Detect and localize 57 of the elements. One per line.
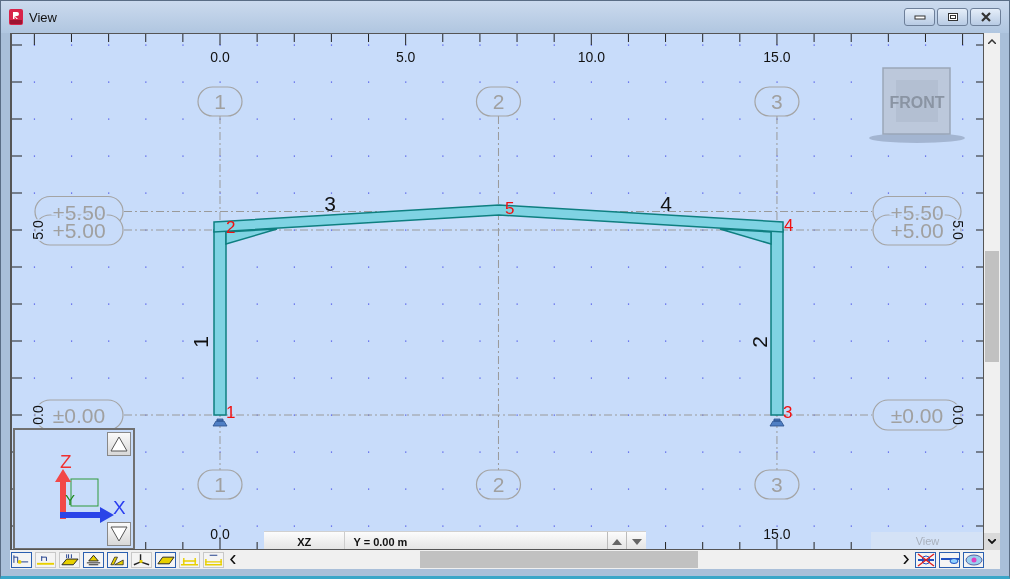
view-tab[interactable]: View [871,532,983,549]
level-label: ±0.00 [52,404,106,427]
node-number: 4 [784,216,794,235]
window-title: View [29,9,57,25]
level-label: ±0.00 [890,404,944,427]
ruler-label: 15.0 [763,49,791,65]
maximize-icon [946,12,959,22]
ruler-label: 0.0 [210,49,230,65]
horizontal-scrollbar-thumb[interactable] [420,551,698,568]
hide-members-icon[interactable] [915,551,936,568]
member-number: 1 [189,336,212,348]
plane-label: XZ [296,534,313,549]
grid-axis-bubble: 1 [197,469,243,500]
render-eye-icon[interactable] [963,551,984,568]
member-number: 2 [748,336,771,348]
support-icon [212,418,228,427]
member-number: 3 [324,192,336,215]
grid-axis-bubble: 2 [475,469,522,500]
x-arrow-icon [60,507,114,523]
close-button[interactable] [970,8,1001,26]
triangle-up-icon [612,538,622,545]
surface-icon[interactable] [155,551,176,568]
maximize-button[interactable] [937,8,968,26]
grid-axis-bubble: 3 [754,86,800,117]
rotate-up-button[interactable] [107,432,131,456]
ruler-label: 15.0 [763,526,791,542]
ruler-label: 10.0 [577,49,605,65]
app-icon [9,9,23,25]
node-number: 5 [505,199,515,218]
ruler-label: 5.0 [395,49,416,65]
grid-axis-bubble: 3 [754,469,800,500]
node-number: 2 [226,218,236,237]
ruler-label: 5.0 [30,220,46,240]
node-number: 3 [783,403,793,422]
triangle-down-icon [631,538,642,545]
support-icon [769,418,785,427]
ruler-label: 5.0 [950,220,966,240]
chevron-down-icon [988,539,996,544]
plate-icon[interactable] [59,551,80,568]
chevron-left-icon [230,555,236,564]
axis-label: X [113,497,125,518]
ruler-label: 0.0 [30,405,46,425]
ruler-label: 0.0 [950,405,966,425]
axis-label: Z [60,451,72,472]
chevron-up-icon [988,39,996,44]
node-number: 1 [226,403,236,422]
support-icon[interactable] [83,551,104,568]
minimize-icon [913,14,926,20]
close-icon [979,12,992,22]
vertical-scrollbar-thumb[interactable] [985,251,999,362]
ruler-label: 0.0 [210,526,230,542]
scroll-down-button[interactable] [984,533,1000,550]
grid-axis-bubble: 2 [475,86,522,117]
grid-axis-bubble: 1 [197,86,243,117]
member-number: 4 [660,192,672,215]
rotate-down-button[interactable] [107,522,131,546]
chevron-right-icon [903,555,909,564]
